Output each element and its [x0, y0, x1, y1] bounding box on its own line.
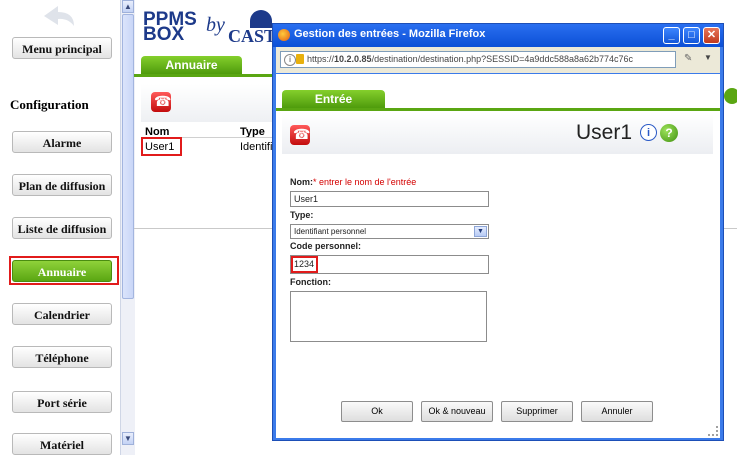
scrollbar-thumb[interactable] [122, 14, 134, 299]
type-select[interactable]: Identifiant personnel ▼ [290, 224, 489, 239]
firefox-icon [278, 29, 290, 41]
extension-icon[interactable]: ✎ [684, 53, 692, 64]
back-arrow-icon [44, 6, 74, 26]
maximize-button[interactable]: □ [683, 27, 700, 44]
ok-new-button[interactable]: Ok & nouveau [421, 401, 493, 422]
scroll-up-arrow-icon[interactable]: ▲ [122, 0, 134, 13]
highlight-annuaire [9, 256, 119, 285]
sidebar: Menu principal Configuration Alarme Plan… [0, 0, 120, 455]
info-icon[interactable]: i [284, 54, 296, 66]
entry-heading: User1 [576, 121, 633, 144]
cancel-button[interactable]: Annuler [581, 401, 653, 422]
delete-button[interactable]: Supprimer [501, 401, 573, 422]
sidebar-item-port-serie[interactable]: Port série [12, 391, 112, 413]
url-path: /destination/destination.php?SESSID=4a9d… [371, 54, 634, 64]
sidebar-item-menu-principal[interactable]: Menu principal [12, 37, 112, 59]
tab-annuaire[interactable]: Annuaire [141, 56, 242, 74]
tab-entree[interactable]: Entrée [282, 90, 385, 108]
help-icon-partial[interactable] [724, 88, 737, 104]
popup-window: Gestion des entrées - Mozilla Firefox _ … [272, 23, 724, 441]
url-field[interactable]: i https://10.2.0.85/destination/destinat… [280, 51, 676, 68]
fonction-textarea[interactable] [290, 291, 487, 342]
phone-book-icon [290, 125, 310, 145]
sidebar-scrollbar[interactable]: ▲ ▼ [120, 0, 135, 455]
section-title: Configuration [10, 97, 89, 112]
entree-tab-underline [276, 108, 720, 111]
type-selected-value: Identifiant personnel [294, 227, 367, 236]
chevron-down-icon[interactable]: ▼ [474, 226, 487, 237]
popup-title: Gestion des entrées - Mozilla Firefox [294, 28, 486, 40]
code-input[interactable]: 1234 [290, 255, 489, 274]
sidebar-item-alarme[interactable]: Alarme [12, 131, 112, 153]
table-row-type: Identifi [240, 141, 273, 153]
nom-input[interactable]: User1 [290, 191, 489, 207]
highlight-user1-row [141, 137, 182, 156]
required-hint: * entrer le nom de l'entrée [313, 177, 417, 187]
sidebar-item-materiel[interactable]: Matériel [12, 433, 112, 455]
popup-titlebar: Gestion des entrées - Mozilla Firefox _ … [273, 24, 723, 47]
tab-underline [134, 74, 272, 77]
url-host: 10.2.0.85 [334, 54, 372, 64]
phone-book-icon [151, 92, 171, 112]
lock-warning-icon[interactable] [296, 54, 304, 64]
sidebar-item-calendrier[interactable]: Calendrier [12, 303, 112, 325]
nom-label-text: Nom: [290, 177, 313, 187]
logo-brand: CAST [228, 26, 277, 46]
resize-grip[interactable] [708, 426, 718, 436]
popup-content: Entrée User1 i ? Nom:* entrer le nom de … [276, 74, 720, 438]
url-prefix: https:// [307, 54, 335, 64]
ok-button[interactable]: Ok [341, 401, 413, 422]
sidebar-item-telephone[interactable]: Téléphone [12, 346, 112, 368]
sidebar-item-plan-de-diffusion[interactable]: Plan de diffusion [12, 174, 112, 196]
info-icon[interactable]: i [640, 124, 657, 141]
code-label: Code personnel: [290, 241, 362, 251]
minimize-button[interactable]: _ [663, 27, 680, 44]
sidebar-item-liste-de-diffusion[interactable]: Liste de diffusion [12, 217, 112, 239]
help-icon[interactable]: ? [660, 124, 678, 142]
app-logo: PPMS BOX [143, 10, 197, 44]
scroll-down-arrow-icon[interactable]: ▼ [122, 432, 134, 445]
nom-label: Nom:* entrer le nom de l'entrée [290, 177, 416, 187]
logo-by: by [206, 14, 225, 36]
close-button[interactable]: ✕ [703, 27, 720, 44]
url-dropdown-icon[interactable]: ▼ [704, 53, 712, 62]
logo-dome-shape [250, 10, 272, 28]
url-bar: i https://10.2.0.85/destination/destinat… [276, 47, 720, 73]
fonction-label: Fonction: [290, 277, 331, 287]
highlight-code-value [291, 256, 318, 273]
type-label: Type: [290, 210, 314, 220]
